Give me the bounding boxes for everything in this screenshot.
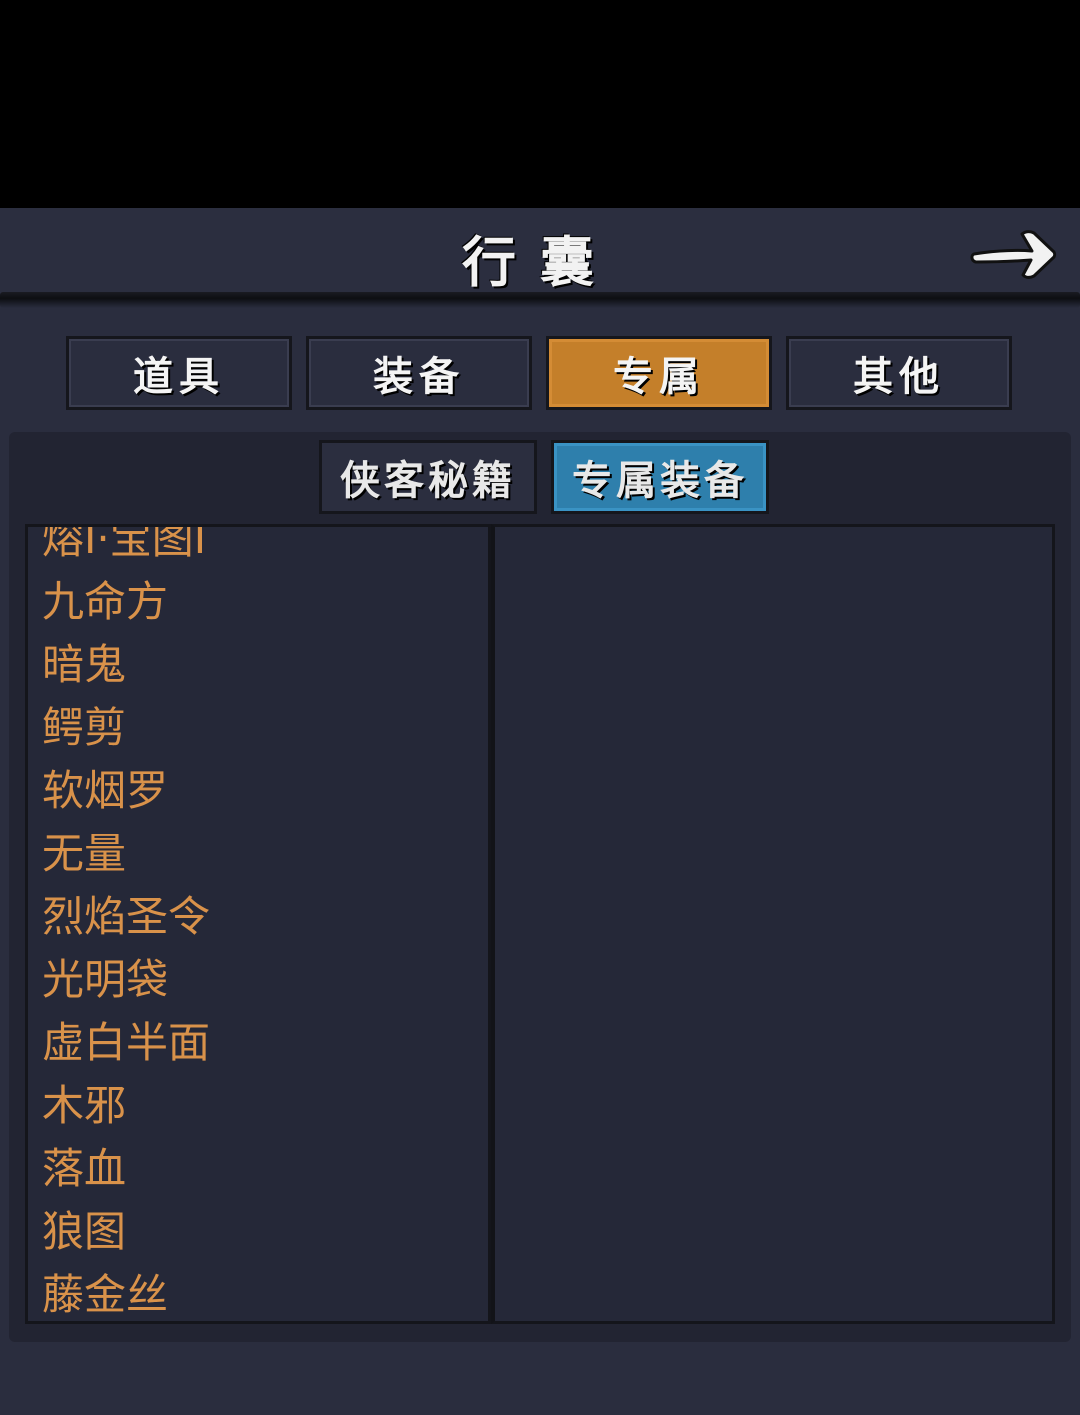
list-item[interactable]: 鳄剪: [42, 696, 482, 759]
list-item[interactable]: 落血: [42, 1137, 482, 1200]
arrow-right-icon[interactable]: [968, 220, 1060, 284]
list-item[interactable]: 暗鬼: [42, 633, 482, 696]
list-item[interactable]: 无量: [42, 822, 482, 885]
item-detail-box: [491, 524, 1055, 1324]
inventory-screen: 行囊 道具 装备 专属 其他 侠客秘籍 专属装备 熔Ⅰ·宝图Ⅰ 九命方 暗鬼 鳄…: [0, 208, 1080, 1415]
item-list-box[interactable]: 熔Ⅰ·宝图Ⅰ 九命方 暗鬼 鳄剪 软烟罗 无量 烈焰圣令 光明袋 虚白半面 木邪…: [25, 524, 491, 1324]
list-item[interactable]: 光明袋: [42, 948, 482, 1011]
list-item[interactable]: 虚白半面: [42, 1011, 482, 1074]
header-divider: [0, 292, 1080, 308]
list-item[interactable]: 烈焰圣令: [42, 885, 482, 948]
page-title: 行囊: [462, 230, 618, 294]
sub-tabs: 侠客秘籍 专属装备: [319, 440, 769, 516]
header-bar: 行囊: [0, 208, 1080, 308]
tab-label: 装备: [373, 353, 465, 400]
subtab-label: 侠客秘籍: [340, 457, 516, 504]
subtab-label: 专属装备: [572, 457, 748, 504]
tab-items[interactable]: 道具: [66, 336, 292, 410]
list-item[interactable]: 狼图: [42, 1200, 482, 1263]
list-item[interactable]: 熔Ⅰ·宝图Ⅰ: [42, 527, 482, 570]
list-item[interactable]: 九命方: [42, 570, 482, 633]
tab-equipment[interactable]: 装备: [306, 336, 532, 410]
top-black-area: [0, 0, 1080, 208]
content-panel: 侠客秘籍 专属装备 熔Ⅰ·宝图Ⅰ 九命方 暗鬼 鳄剪 软烟罗 无量 烈焰圣令 光…: [9, 432, 1071, 1342]
tab-other[interactable]: 其他: [786, 336, 1012, 410]
tab-label: 专属: [613, 353, 705, 400]
subtab-exclusive-equipment[interactable]: 专属装备: [551, 440, 769, 514]
tab-label: 道具: [133, 353, 225, 400]
list-item[interactable]: 木邪: [42, 1074, 482, 1137]
subtab-hero-manuals[interactable]: 侠客秘籍: [319, 440, 537, 514]
tab-label: 其他: [853, 353, 945, 400]
tab-exclusive[interactable]: 专属: [546, 336, 772, 410]
item-list: 熔Ⅰ·宝图Ⅰ 九命方 暗鬼 鳄剪 软烟罗 无量 烈焰圣令 光明袋 虚白半面 木邪…: [42, 527, 482, 1321]
category-tabs: 道具 装备 专属 其他: [66, 336, 1014, 412]
list-item[interactable]: 藤金丝: [42, 1263, 482, 1321]
list-item[interactable]: 软烟罗: [42, 759, 482, 822]
